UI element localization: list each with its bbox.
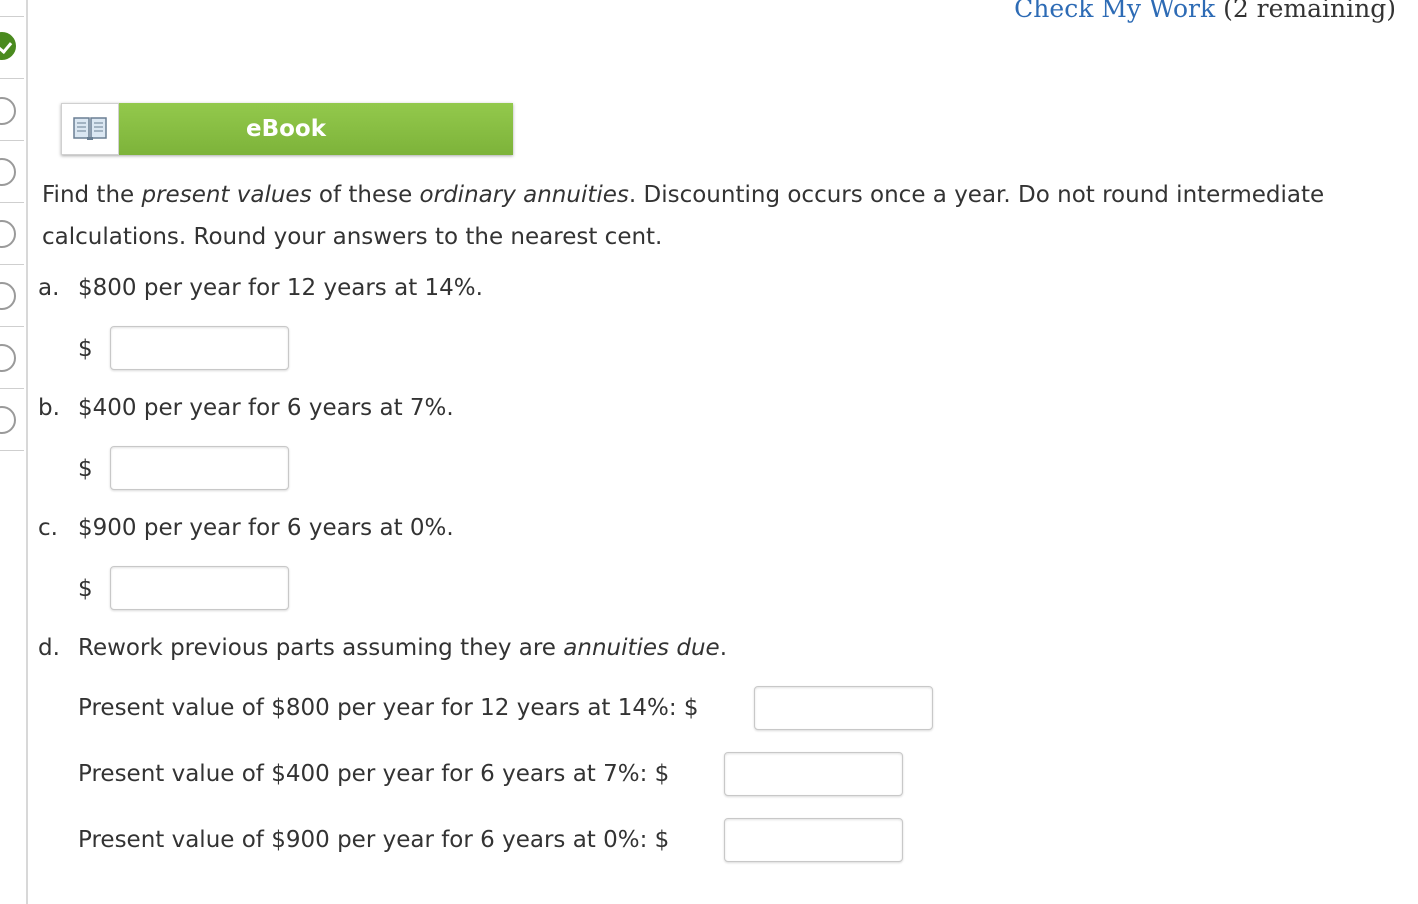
ebook-button[interactable]: eBook <box>61 103 513 155</box>
part-letter: b. <box>38 395 60 421</box>
annuity-due-label-1: Present value of $800 per year for 12 ye… <box>78 695 699 721</box>
part-letter: c. <box>38 515 58 541</box>
part-c-prompt: c. $900 per year for 6 years at 0%. <box>38 515 454 541</box>
book-icon <box>61 103 119 155</box>
part-text: $900 per year for 6 years at 0%. <box>78 515 454 541</box>
nav-item-circle-icon[interactable] <box>0 220 16 248</box>
nav-divider <box>0 16 24 17</box>
part-a-answer-input[interactable] <box>110 326 289 370</box>
part-b-prompt: b. $400 per year for 6 years at 7%. <box>38 395 454 421</box>
instructions-text: of these <box>311 182 420 208</box>
part-text-emphasis: annuities due <box>563 635 720 661</box>
part-letter: d. <box>38 635 60 661</box>
currency-symbol: $ <box>78 576 93 602</box>
annuity-due-label-3: Present value of $900 per year for 6 yea… <box>78 827 670 853</box>
nav-divider <box>0 140 24 141</box>
part-c-answer-input[interactable] <box>110 566 289 610</box>
nav-divider <box>0 326 24 327</box>
nav-divider <box>0 450 24 451</box>
part-text: $400 per year for 6 years at 7%. <box>78 395 454 421</box>
nav-item-circle-icon[interactable] <box>0 406 16 434</box>
instructions-emphasis: ordinary annuities <box>419 182 629 208</box>
part-a-prompt: a. $800 per year for 12 years at 14%. <box>38 275 483 301</box>
nav-item-circle-icon[interactable] <box>0 282 16 310</box>
question-instructions: Find the present values of these ordinar… <box>42 174 1402 258</box>
instructions-emphasis: present values <box>141 182 312 208</box>
part-text: . <box>719 635 727 661</box>
currency-symbol: $ <box>78 336 93 362</box>
question-nav-rail <box>0 0 28 904</box>
nav-divider <box>0 78 24 79</box>
nav-divider <box>0 202 24 203</box>
nav-divider <box>0 264 24 265</box>
check-my-work-link[interactable]: Check My Work <box>1014 0 1215 23</box>
part-letter: a. <box>38 275 60 301</box>
instructions-text: Find the <box>42 182 142 208</box>
part-text: Rework previous parts assuming they are <box>78 635 564 661</box>
annuity-due-answer-input-3[interactable] <box>724 818 903 862</box>
part-b-answer-input[interactable] <box>110 446 289 490</box>
annuity-due-answer-input-2[interactable] <box>724 752 903 796</box>
nav-item-circle-icon[interactable] <box>0 158 16 186</box>
nav-item-circle-icon[interactable] <box>0 344 16 372</box>
nav-item-circle-icon[interactable] <box>0 97 16 125</box>
part-d-prompt: d. Rework previous parts assuming they ar… <box>38 635 727 661</box>
ebook-label: eBook <box>119 103 513 155</box>
remaining-count: (2 remaining) <box>1223 0 1396 23</box>
check-my-work: Check My Work (2 remaining) <box>1014 0 1396 23</box>
currency-symbol: $ <box>78 456 93 482</box>
annuity-due-answer-input-1[interactable] <box>754 686 933 730</box>
annuity-due-label-2: Present value of $400 per year for 6 yea… <box>78 761 670 787</box>
nav-item-complete-check-icon[interactable] <box>0 32 16 60</box>
nav-divider <box>0 388 24 389</box>
part-text: $800 per year for 12 years at 14%. <box>78 275 483 301</box>
